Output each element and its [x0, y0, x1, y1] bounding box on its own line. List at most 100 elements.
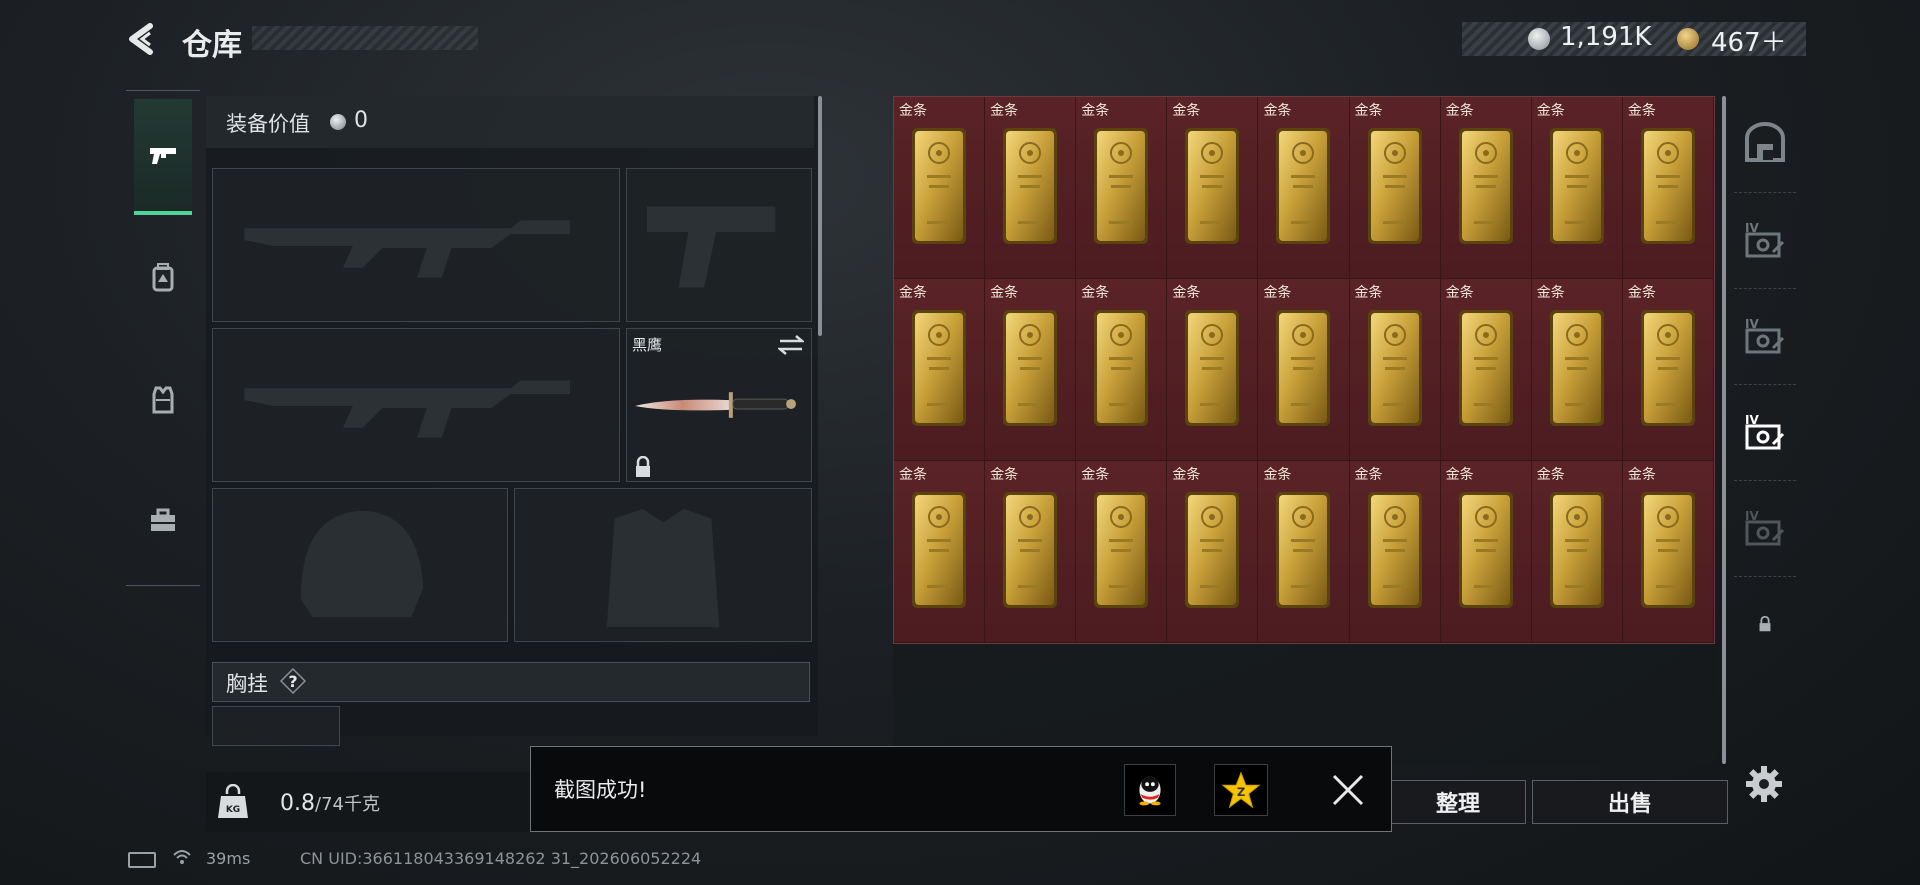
weight-current: 0.8: [280, 791, 315, 816]
storage-item-gold-bar[interactable]: 金条: [985, 97, 1077, 279]
container-case-3-active[interactable]: IV: [1734, 384, 1796, 481]
storage-item-gold-bar[interactable]: 金条: [1622, 279, 1714, 461]
gold-bar-icon: [1185, 310, 1240, 426]
qzone-share-button[interactable]: Z: [1214, 764, 1268, 816]
qq-share-button[interactable]: [1124, 764, 1176, 816]
gold-bar-icon: [1094, 310, 1149, 426]
case-iv-icon: IV: [1745, 221, 1785, 258]
storage-item-gold-bar[interactable]: 金条: [894, 461, 986, 643]
primary-weapon-slot-2[interactable]: [212, 328, 620, 482]
storage-item-gold-bar[interactable]: 金条: [1622, 97, 1714, 279]
item-name: 金条: [899, 103, 927, 119]
svg-text:Z: Z: [1237, 785, 1245, 799]
svg-text:KG: KG: [226, 805, 240, 815]
item-name: 金条: [1172, 467, 1201, 483]
storage-item-gold-bar[interactable]: 金条: [1167, 97, 1259, 279]
toast-message: 截图成功!: [554, 778, 647, 802]
helmet-slot[interactable]: [212, 488, 508, 642]
sort-button[interactable]: 整理: [1390, 780, 1526, 824]
gold-bar-icon: [1549, 492, 1604, 608]
storage-item-gold-bar[interactable]: 金条: [1531, 97, 1623, 279]
gold-bar-icon: [1276, 128, 1331, 244]
storage-item-gold-bar[interactable]: 金条: [1349, 461, 1441, 643]
gold-bar-icon: [912, 310, 967, 426]
safe-box-icon: [1745, 122, 1785, 162]
close-icon[interactable]: [1330, 772, 1366, 808]
storage-item-gold-bar[interactable]: 金条: [1440, 97, 1532, 279]
gold-bar-icon: [912, 492, 967, 608]
storage-item-gold-bar[interactable]: 金条: [1622, 461, 1714, 643]
equipment-scrollbar[interactable]: [818, 96, 822, 336]
storage-item-gold-bar[interactable]: 金条: [894, 279, 986, 461]
storage-item-gold-bar[interactable]: 金条: [1349, 97, 1441, 279]
storage-item-gold-bar[interactable]: 金条: [985, 461, 1077, 643]
help-icon[interactable]: ?: [280, 668, 306, 694]
storage-item-gold-bar[interactable]: 金条: [985, 279, 1077, 461]
gold-bar-icon: [1367, 128, 1422, 244]
item-name: 金条: [1263, 103, 1292, 119]
qq-penguin-icon: [1139, 776, 1161, 806]
storage-item-gold-bar[interactable]: 金条: [1167, 461, 1259, 643]
gold-bar-icon: [1185, 492, 1240, 608]
swap-icon[interactable]: [778, 334, 804, 356]
body-armor-slot[interactable]: [514, 488, 812, 642]
storage-item-gold-bar[interactable]: 金条: [1258, 461, 1350, 643]
storage-item-gold-bar[interactable]: 金条: [1167, 279, 1259, 461]
weight-max: /74千克: [315, 794, 380, 815]
battery-icon: [128, 852, 156, 868]
equipment-value-label: 装备价值: [226, 112, 310, 136]
settings-gear-icon[interactable]: [1744, 764, 1784, 804]
container-case-2[interactable]: IV: [1734, 288, 1796, 385]
item-name: 金条: [1081, 285, 1110, 301]
storage-grid: 金条 金条 金条 金条 金条 金条 金条 金条 金条 金条 金条 金条 金条 金条 金条 金条 金条 金条 金条 金条…: [893, 96, 1715, 644]
sell-button[interactable]: 出售: [1532, 780, 1728, 824]
category-armor[interactable]: [134, 343, 192, 455]
sidearm-slot[interactable]: [626, 168, 812, 322]
storage-item-gold-bar[interactable]: 金条: [1349, 279, 1441, 461]
item-name: 金条: [899, 285, 927, 301]
gold-bar-icon: [912, 128, 967, 244]
storage-item-gold-bar[interactable]: 金条: [1258, 279, 1350, 461]
container-safe-box[interactable]: [1734, 96, 1796, 193]
storage-item-gold-bar[interactable]: 金条: [1531, 279, 1623, 461]
weight-icon: KG: [218, 784, 248, 818]
lock-icon: [1759, 615, 1771, 632]
chest-rig-slot[interactable]: [212, 706, 340, 746]
help-glyph: ?: [288, 672, 297, 691]
container-case-1[interactable]: IV: [1734, 192, 1796, 289]
case-iv-icon: IV: [1745, 317, 1785, 354]
wifi-icon: [173, 850, 191, 864]
gold-bar-icon: [1640, 310, 1695, 426]
primary-weapon-slot-1[interactable]: [212, 168, 620, 322]
category-tools[interactable]: [134, 465, 192, 577]
gold-bar-icon: [1003, 128, 1058, 244]
item-name: 金条: [1354, 285, 1383, 301]
storage-item-gold-bar[interactable]: 金条: [1258, 97, 1350, 279]
storage-item-gold-bar[interactable]: 金条: [1440, 279, 1532, 461]
gold-bar-icon: [1640, 128, 1695, 244]
storage-item-gold-bar[interactable]: 金条: [1076, 279, 1168, 461]
category-weapons[interactable]: [134, 99, 192, 215]
category-backpack[interactable]: [134, 221, 192, 333]
container-locked[interactable]: [1734, 576, 1796, 672]
storage-scrollbar[interactable]: [1722, 96, 1726, 764]
gold-currency-amount[interactable]: 467＋: [1711, 22, 1787, 59]
gold-bar-icon: [1276, 310, 1331, 426]
back-arrow-icon[interactable]: [124, 22, 158, 56]
item-name: 金条: [899, 467, 927, 483]
item-name: 金条: [1445, 285, 1474, 301]
storage-item-gold-bar[interactable]: 金条: [1440, 461, 1532, 643]
storage-item-gold-bar[interactable]: 金条: [1531, 461, 1623, 643]
qzone-star-icon: Z: [1221, 771, 1261, 809]
silver-currency-amount: 1,191K: [1560, 22, 1652, 52]
chest-rig-label: 胸挂: [226, 672, 268, 696]
item-name: 金条: [990, 467, 1019, 483]
storage-item-gold-bar[interactable]: 金条: [1076, 97, 1168, 279]
ping-readout: 39ms: [206, 849, 251, 868]
gold-bar-icon: [1094, 128, 1149, 244]
container-case-4[interactable]: IV: [1734, 480, 1796, 577]
storage-item-gold-bar[interactable]: 金条: [1076, 461, 1168, 643]
storage-item-gold-bar[interactable]: 金条: [894, 97, 986, 279]
gold-bar-icon: [1367, 492, 1422, 608]
silver-coin-icon: [330, 114, 346, 130]
